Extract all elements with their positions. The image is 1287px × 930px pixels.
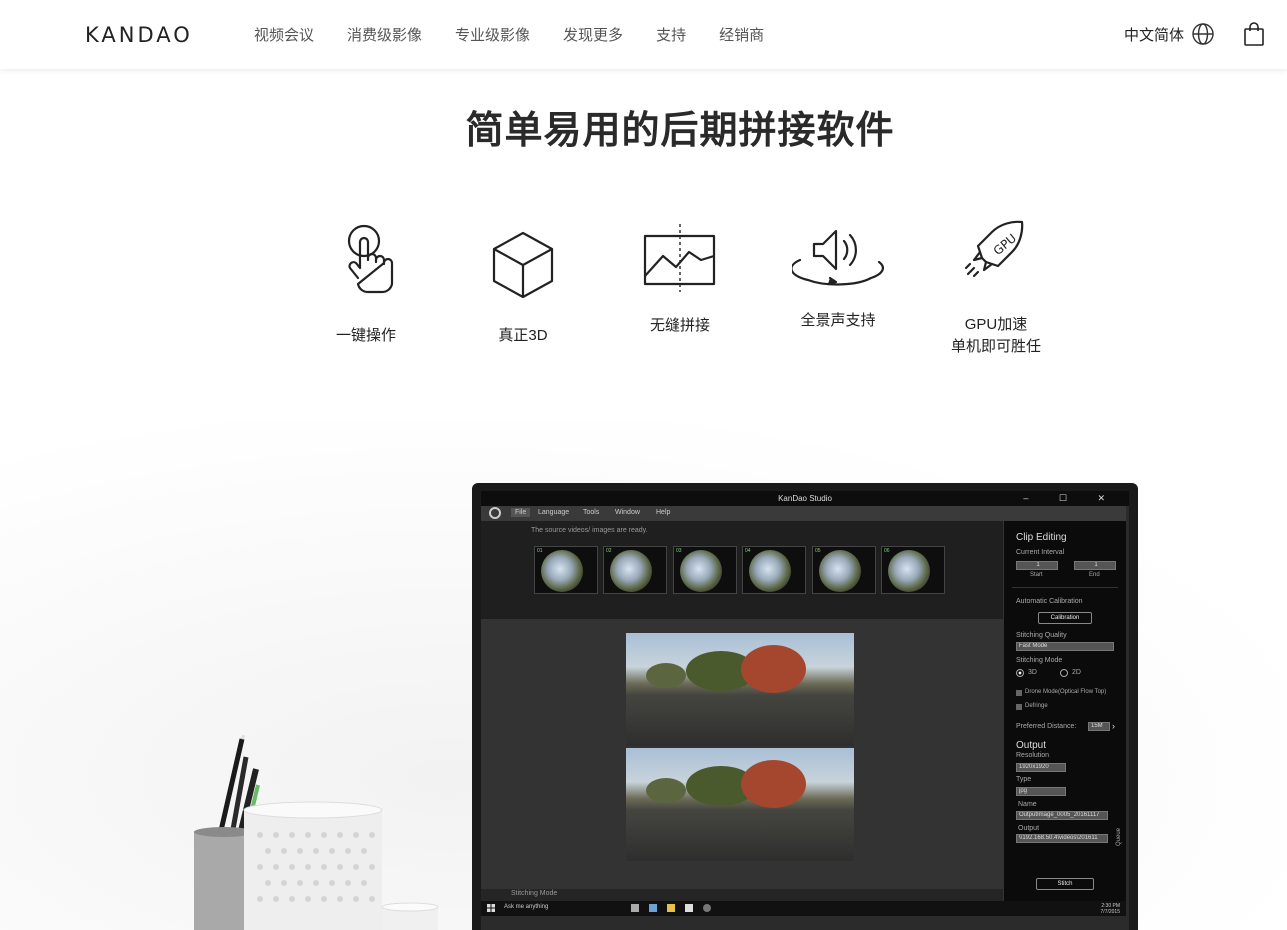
nav-item-dealers[interactable]: 经销商 (719, 24, 764, 45)
defringe-checkbox[interactable] (1016, 704, 1022, 710)
menu-file[interactable]: File (511, 508, 531, 517)
settings-panel: Clip Editing Current Interval 1 1 Start … (1003, 521, 1126, 901)
language-selector[interactable]: 中文简体 (1124, 24, 1184, 45)
taskbar-folder-icon[interactable] (667, 904, 675, 912)
source-thumbnail[interactable]: 02 (603, 546, 667, 594)
interval-end-input[interactable]: 1 (1074, 561, 1116, 570)
app-window: KanDao Studio – ☐ ✕ File Language Tools … (481, 491, 1129, 930)
start-label: Start (1030, 572, 1043, 578)
touch-hand-icon (347, 224, 394, 294)
gpu-rocket-icon: GPU (964, 220, 1024, 278)
current-interval-label: Current Interval (1016, 549, 1065, 556)
source-thumbnail[interactable]: 04 (742, 546, 806, 594)
output-path-input[interactable]: \\192.168.50.4\videos\201611 (1016, 834, 1108, 843)
preferred-distance-label: Preferred Distance: (1016, 723, 1077, 730)
page-headline: 简单易用的后期拼接软件 (465, 108, 895, 152)
drone-mode-label: Drone Mode(Optical Flow Top) (1025, 689, 1107, 695)
source-thumbnail[interactable]: 06 (881, 546, 945, 594)
stitching-quality-select[interactable]: Fast Mode (1016, 642, 1114, 651)
queue-tab[interactable]: Queue (1116, 828, 1122, 846)
output-heading: Output (1016, 740, 1047, 751)
cube-icon (492, 231, 554, 299)
feature-label: 一键操作 (335, 327, 396, 344)
taskbar-mic-icon[interactable] (631, 904, 639, 912)
feature-label: 全景声支持 (800, 312, 876, 329)
mode-3d-radio[interactable] (1016, 669, 1024, 677)
feature-gpu-acceleration: GPU GPU加速 单机即可胜任 (926, 218, 1066, 358)
preferred-distance-value[interactable]: 15M (1088, 722, 1110, 731)
source-thumbnail[interactable]: 03 (673, 546, 737, 594)
laptop-frame: KanDao Studio – ☐ ✕ File Language Tools … (472, 483, 1138, 930)
mode-2d-radio[interactable] (1060, 669, 1068, 677)
app-menubar: File Language Tools Window Help (481, 506, 1126, 521)
window-controls[interactable]: – ☐ ✕ (1023, 491, 1119, 506)
divider (1012, 587, 1118, 588)
nav-item-support[interactable]: 支持 (656, 24, 686, 45)
stitching-mode-label: Stitching Mode (511, 890, 558, 897)
svg-text:GPU: GPU (991, 231, 1019, 258)
feature-spatial-audio: 全景声支持 (768, 226, 908, 332)
feature-sublabel: 单机即可胜任 (950, 338, 1041, 355)
desk-pencil-cups-image (194, 735, 439, 930)
menu-window[interactable]: Window (615, 509, 640, 516)
output-path-label: Output (1018, 825, 1040, 832)
stitching-mode-label: Stitching Mode (1016, 657, 1063, 664)
taskbar-clock: 2:30 PM 7/7/2015 (1100, 903, 1120, 915)
nav-item-consumer-imaging[interactable]: 消费级影像 (347, 24, 422, 45)
feature-seamless-stitch: 无缝拼接 (610, 222, 750, 337)
feature-label: 真正3D (498, 327, 548, 344)
stitching-quality-label: Stitching Quality (1016, 632, 1067, 639)
panorama-preview-bottom (626, 748, 854, 861)
main-nav: 视频会议 消费级影像 专业级影像 发现更多 支持 经销商 (254, 24, 797, 45)
calibration-button[interactable]: Calibration (1038, 612, 1092, 624)
output-name-input[interactable]: OutputImage_0005_20161117 (1016, 811, 1108, 820)
drone-mode-checkbox[interactable] (1016, 690, 1022, 696)
panorama-preview-top (626, 633, 854, 746)
source-thumbnail[interactable]: 05 (812, 546, 876, 594)
clip-editing-heading: Clip Editing (1016, 532, 1067, 543)
taskbar-search[interactable]: Ask me anything (504, 904, 548, 910)
menu-language[interactable]: Language (538, 509, 569, 516)
auto-calibration-label: Automatic Calibration (1016, 598, 1083, 605)
resolution-select[interactable]: 1920x1920 (1016, 763, 1066, 772)
resolution-label: Resolution (1016, 752, 1050, 759)
defringe-label: Defringe (1025, 703, 1048, 709)
type-label: Type (1016, 776, 1032, 783)
kandao-logo[interactable]: KANDAO (85, 23, 193, 47)
nav-item-video-conference[interactable]: 视频会议 (254, 24, 314, 45)
stitch-image-icon (643, 224, 716, 292)
feature-one-click: 一键操作 (296, 222, 436, 347)
taskbar-edge-icon[interactable] (649, 904, 657, 912)
shopping-bag-icon[interactable] (1243, 21, 1265, 47)
windows-start-icon[interactable] (487, 904, 495, 912)
chevron-right-icon[interactable]: › (1112, 721, 1115, 731)
source-status-message: The source videos/ images are ready. (531, 527, 648, 534)
type-select[interactable]: jpg (1016, 787, 1066, 796)
globe-icon[interactable] (1191, 22, 1215, 46)
kandao-studio-logo-icon (489, 507, 501, 519)
feature-true-3d: 真正3D (453, 230, 593, 347)
panoramic-sound-icon (792, 229, 884, 286)
interval-start-input[interactable]: 1 (1016, 561, 1058, 570)
taskbar-store-icon[interactable] (685, 904, 693, 912)
menu-tools[interactable]: Tools (583, 509, 599, 516)
site-header: KANDAO 视频会议 消费级影像 专业级影像 发现更多 支持 经销商 中文简体 (0, 0, 1287, 69)
end-label: End (1089, 572, 1100, 578)
name-label: Name (1018, 801, 1037, 808)
feature-label: 无缝拼接 (649, 317, 710, 334)
feature-label: GPU加速 (964, 316, 1028, 333)
stitch-button[interactable]: Stitch (1036, 878, 1094, 890)
source-thumbnail[interactable]: 01 (534, 546, 598, 594)
mode-2d-label: 2D (1072, 669, 1081, 676)
mode-3d-label: 3D (1028, 669, 1037, 676)
taskbar-kandao-icon[interactable] (703, 904, 711, 912)
nav-item-pro-imaging[interactable]: 专业级影像 (455, 24, 530, 45)
os-taskbar: Ask me anything 2:30 PM 7/7/2015 (481, 901, 1126, 916)
nav-item-discover-more[interactable]: 发现更多 (563, 24, 623, 45)
menu-help[interactable]: Help (656, 509, 670, 516)
